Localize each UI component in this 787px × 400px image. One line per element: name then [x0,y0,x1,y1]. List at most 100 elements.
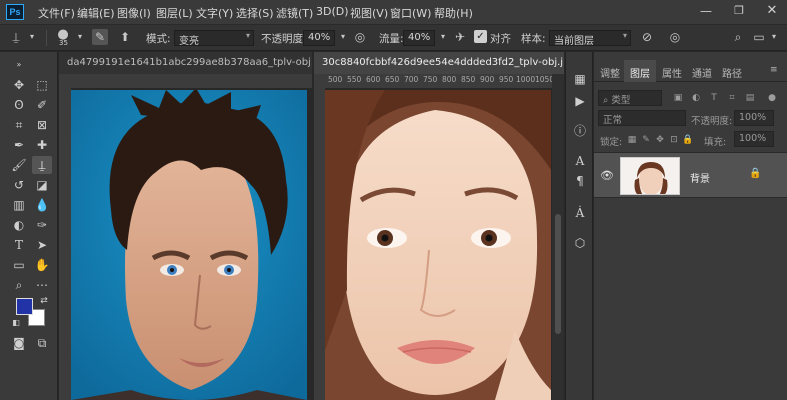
tab-paths[interactable]: 路径 [722,65,742,80]
menu-select[interactable]: 选择(S) [236,5,274,21]
ignore-adjustment-layers-icon[interactable]: ⊘ [639,29,655,45]
adjustment-filter-icon[interactable]: ◐ [690,92,702,104]
filter-toggle-icon[interactable]: ● [766,92,778,104]
swap-colors-icon[interactable]: ⇄ [38,292,50,310]
blend-mode-select[interactable]: 正常 [598,110,686,126]
clone-source-icon[interactable]: ⬆ [117,29,133,45]
smart-object-filter-icon[interactable]: ▤ [744,92,756,104]
vertical-scrollbar[interactable] [552,74,564,400]
quick-select-tool-icon[interactable]: ✐ [32,96,52,114]
options-bar: ⍊ ▾ ● 35 ▾ ✎ ⬆ 模式: 变亮 ▾ 不透明度: 40% ▾ ◎ 流量… [0,25,787,51]
blur-tool-icon[interactable]: 💧 [32,196,52,214]
path-select-tool-icon[interactable]: ➤ [32,236,52,254]
foreground-color-swatch[interactable] [16,298,33,315]
close-button[interactable]: ✕ [764,3,780,19]
visibility-eye-icon[interactable]: 👁 [600,169,614,182]
tab-adjustments[interactable]: 调整 [600,65,620,80]
quick-mask-icon[interactable]: ◙ [9,334,29,352]
eraser-tool-icon[interactable]: ◪ [32,176,52,194]
eyedropper-tool-icon[interactable]: ✒ [9,136,29,154]
info-panel-icon[interactable]: ⓘ [571,122,589,140]
menu-view[interactable]: 视图(V) [350,5,388,21]
screen-mode-icon[interactable]: ⧉ [32,334,52,352]
menu-help[interactable]: 帮助(H) [434,5,473,21]
brush-settings-icon[interactable]: ✎ [92,29,108,45]
history-panel-icon[interactable]: ▦ [571,70,589,88]
type-tool-icon[interactable]: T [9,236,29,254]
mode-select[interactable]: 变亮 ▾ [174,30,254,47]
zoom-tool-icon[interactable]: ⌕ [9,276,29,294]
opacity-input[interactable]: 40% [303,30,335,46]
frame-tool-icon[interactable]: ⊠ [32,116,52,134]
menu-type[interactable]: 文字(Y) [196,5,233,21]
menu-image[interactable]: 图像(I) [117,5,151,21]
paragraph-panel-icon[interactable]: ¶ [571,172,589,190]
history-brush-tool-icon[interactable]: ↺ [9,176,29,194]
maximize-button[interactable]: ❐ [731,4,747,20]
layer-row-background[interactable]: 👁 背景 🔒 [594,152,787,198]
lock-all-icon[interactable]: 🔒 [682,134,694,146]
mode-label: 模式: [146,33,171,45]
pressure-size-icon[interactable]: ◎ [667,29,683,45]
rectangle-tool-icon[interactable]: ▭ [9,256,29,274]
type-filter-icon[interactable]: T [708,92,720,104]
lasso-tool-icon[interactable]: ʘ [9,96,29,114]
glyphs-panel-icon[interactable]: Ȧ [571,204,589,222]
chevron-down-icon[interactable]: ▾ [72,29,88,45]
document-area: da4799191e1641b1abc299ae8b378aa6_tplv-ob… [59,52,564,400]
scrollbar-thumb[interactable] [555,214,561,334]
workspace-icon[interactable]: ▭ [751,29,767,45]
menu-layer[interactable]: 图层(L) [156,5,193,21]
sample-select[interactable]: 当前图层 ▾ [549,30,631,47]
dodge-tool-icon[interactable]: ◐ [9,216,29,234]
tab-channels[interactable]: 通道 [692,65,712,80]
sample-label: 样本: [521,33,546,45]
brush-tool-icon[interactable]: 🖌 [9,156,29,174]
pen-tool-icon[interactable]: ✑ [32,216,52,234]
chevron-down-icon[interactable]: ▾ [766,29,782,45]
document-tab-2[interactable]: 30c8840fcbbf426d9ee54e4ddded3fd2_tplv-ob… [314,52,564,74]
lock-transparency-icon[interactable]: ▦ [626,134,638,146]
lock-position-icon[interactable]: ✥ [654,134,666,146]
marquee-tool-icon[interactable]: ⬚ [32,76,52,94]
menu-filter[interactable]: 滤镜(T) [276,5,313,21]
chevron-down-icon[interactable]: ▾ [435,29,451,45]
horizontal-ruler-left [59,74,312,88]
document-tab-1[interactable]: da4799191e1641b1abc299ae8b378aa6_tplv-ob… [59,52,312,74]
healing-brush-tool-icon[interactable]: ✚ [32,136,52,154]
chevron-down-icon[interactable]: ▾ [335,29,351,45]
clone-stamp-tool-icon[interactable]: ⍊ [32,156,52,174]
pixel-filter-icon[interactable]: ▣ [672,92,684,104]
shape-filter-icon[interactable]: ⌗ [726,92,738,104]
pressure-opacity-icon[interactable]: ◎ [352,29,368,45]
menu-edit[interactable]: 编辑(E) [77,5,115,21]
align-checkbox[interactable]: ✓ [474,30,487,43]
minimize-button[interactable]: — [698,4,714,20]
lock-row: 锁定: ▦ ✎ ✥ ⊡ 🔒 填充: 100% [594,131,787,152]
chevron-down-icon[interactable]: ▾ [24,29,40,45]
gradient-tool-icon[interactable]: ▥ [9,196,29,214]
crop-tool-icon[interactable]: ⌗ [9,116,29,134]
airbrush-icon[interactable]: ✈ [452,29,468,45]
panel-menu-icon[interactable]: ≡ [770,65,778,75]
actions-panel-icon[interactable]: ▶ [571,92,589,110]
layer-filter-select[interactable]: ⌕ 类型 [598,90,662,106]
3d-panel-icon[interactable]: ⬡ [571,234,589,252]
tab-properties[interactable]: 属性 [662,65,682,80]
character-panel-icon[interactable]: A [571,152,589,170]
layer-opacity-input[interactable]: 100% [734,110,774,126]
clone-stamp-preset-icon[interactable]: ⍊ [8,29,24,45]
tab-layers[interactable]: 图层 [630,65,650,80]
search-icon[interactable]: ⌕ [730,29,746,45]
lock-pixels-icon[interactable]: ✎ [640,134,652,146]
collapse-icon[interactable]: » [9,56,29,74]
menu-file[interactable]: 文件(F) [38,5,75,21]
menu-window[interactable]: 窗口(W) [390,5,431,21]
move-tool-icon[interactable]: ✥ [9,76,29,94]
default-colors-icon[interactable]: ◧ [10,314,22,332]
fill-input[interactable]: 100% [734,131,774,147]
hand-tool-icon[interactable]: ✋ [32,256,52,274]
menu-3d[interactable]: 3D(D) [316,5,349,18]
lock-artboard-icon[interactable]: ⊡ [668,134,680,146]
flow-input[interactable]: 40% [403,30,435,46]
